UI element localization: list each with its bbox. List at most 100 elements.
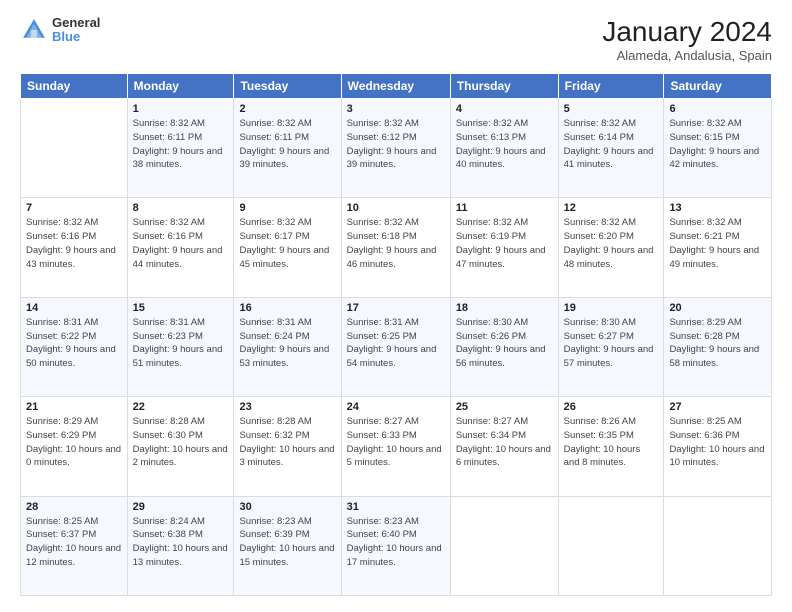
day-of-week-header: Thursday: [450, 74, 558, 99]
day-info: Sunrise: 8:32 AM Sunset: 6:15 PM Dayligh…: [669, 117, 766, 172]
day-info: Sunrise: 8:25 AM Sunset: 6:36 PM Dayligh…: [669, 415, 766, 470]
sunrise-text: Sunrise: 8:32 AM: [456, 217, 528, 228]
daylight-text: Daylight: 10 hours and 0 minutes.: [26, 444, 121, 469]
sunrise-text: Sunrise: 8:32 AM: [669, 118, 741, 129]
sunset-text: Sunset: 6:35 PM: [564, 430, 634, 441]
sunrise-text: Sunrise: 8:32 AM: [133, 217, 205, 228]
calendar-cell: 12 Sunrise: 8:32 AM Sunset: 6:20 PM Dayl…: [558, 198, 664, 297]
sunrise-text: Sunrise: 8:27 AM: [456, 416, 528, 427]
day-info: Sunrise: 8:25 AM Sunset: 6:37 PM Dayligh…: [26, 515, 122, 570]
day-number: 25: [456, 401, 553, 413]
daylight-text: Daylight: 10 hours and 17 minutes.: [347, 543, 442, 568]
sunset-text: Sunset: 6:11 PM: [239, 132, 309, 143]
day-info: Sunrise: 8:32 AM Sunset: 6:13 PM Dayligh…: [456, 117, 553, 172]
daylight-text: Daylight: 9 hours and 58 minutes.: [669, 344, 759, 369]
sunrise-text: Sunrise: 8:31 AM: [133, 317, 205, 328]
day-number: 11: [456, 202, 553, 214]
calendar-cell: 5 Sunrise: 8:32 AM Sunset: 6:14 PM Dayli…: [558, 99, 664, 198]
calendar-week-row: 21 Sunrise: 8:29 AM Sunset: 6:29 PM Dayl…: [21, 397, 772, 496]
day-number: 21: [26, 401, 122, 413]
day-info: Sunrise: 8:32 AM Sunset: 6:14 PM Dayligh…: [564, 117, 659, 172]
calendar-cell: 2 Sunrise: 8:32 AM Sunset: 6:11 PM Dayli…: [234, 99, 341, 198]
daylight-text: Daylight: 9 hours and 46 minutes.: [347, 245, 437, 270]
calendar-cell: 8 Sunrise: 8:32 AM Sunset: 6:16 PM Dayli…: [127, 198, 234, 297]
calendar-cell: 28 Sunrise: 8:25 AM Sunset: 6:37 PM Dayl…: [21, 496, 128, 595]
calendar-cell: 21 Sunrise: 8:29 AM Sunset: 6:29 PM Dayl…: [21, 397, 128, 496]
day-number: 12: [564, 202, 659, 214]
daylight-text: Daylight: 9 hours and 38 minutes.: [133, 146, 223, 171]
sunset-text: Sunset: 6:13 PM: [456, 132, 526, 143]
daylight-text: Daylight: 9 hours and 50 minutes.: [26, 344, 116, 369]
day-info: Sunrise: 8:31 AM Sunset: 6:22 PM Dayligh…: [26, 316, 122, 371]
sunset-text: Sunset: 6:40 PM: [347, 529, 417, 540]
page: General Blue January 2024 Alameda, Andal…: [0, 0, 792, 612]
daylight-text: Daylight: 10 hours and 10 minutes.: [669, 444, 764, 469]
day-of-week-header: Wednesday: [341, 74, 450, 99]
calendar-cell: 7 Sunrise: 8:32 AM Sunset: 6:16 PM Dayli…: [21, 198, 128, 297]
calendar-cell: 30 Sunrise: 8:23 AM Sunset: 6:39 PM Dayl…: [234, 496, 341, 595]
day-of-week-header: Sunday: [21, 74, 128, 99]
daylight-text: Daylight: 10 hours and 15 minutes.: [239, 543, 334, 568]
daylight-text: Daylight: 9 hours and 39 minutes.: [347, 146, 437, 171]
day-number: 7: [26, 202, 122, 214]
sunset-text: Sunset: 6:34 PM: [456, 430, 526, 441]
sunset-text: Sunset: 6:20 PM: [564, 231, 634, 242]
daylight-text: Daylight: 9 hours and 57 minutes.: [564, 344, 654, 369]
sunrise-text: Sunrise: 8:25 AM: [26, 516, 98, 527]
daylight-text: Daylight: 9 hours and 40 minutes.: [456, 146, 546, 171]
daylight-text: Daylight: 10 hours and 2 minutes.: [133, 444, 228, 469]
day-info: Sunrise: 8:29 AM Sunset: 6:28 PM Dayligh…: [669, 316, 766, 371]
sunset-text: Sunset: 6:26 PM: [456, 331, 526, 342]
sunrise-text: Sunrise: 8:23 AM: [239, 516, 311, 527]
logo: General Blue: [20, 16, 100, 45]
calendar-cell: 17 Sunrise: 8:31 AM Sunset: 6:25 PM Dayl…: [341, 297, 450, 396]
sunset-text: Sunset: 6:11 PM: [133, 132, 203, 143]
sunrise-text: Sunrise: 8:25 AM: [669, 416, 741, 427]
day-info: Sunrise: 8:28 AM Sunset: 6:32 PM Dayligh…: [239, 415, 335, 470]
daylight-text: Daylight: 9 hours and 45 minutes.: [239, 245, 329, 270]
sunrise-text: Sunrise: 8:24 AM: [133, 516, 205, 527]
calendar-subtitle: Alameda, Andalusia, Spain: [602, 48, 772, 63]
daylight-text: Daylight: 9 hours and 48 minutes.: [564, 245, 654, 270]
day-info: Sunrise: 8:24 AM Sunset: 6:38 PM Dayligh…: [133, 515, 229, 570]
sunrise-text: Sunrise: 8:32 AM: [133, 118, 205, 129]
daylight-text: Daylight: 9 hours and 43 minutes.: [26, 245, 116, 270]
logo-icon: [20, 16, 48, 44]
day-number: 28: [26, 501, 122, 513]
day-number: 18: [456, 302, 553, 314]
sunset-text: Sunset: 6:24 PM: [239, 331, 309, 342]
calendar-header-row: SundayMondayTuesdayWednesdayThursdayFrid…: [21, 74, 772, 99]
sunrise-text: Sunrise: 8:31 AM: [26, 317, 98, 328]
sunset-text: Sunset: 6:16 PM: [26, 231, 96, 242]
calendar-cell: 25 Sunrise: 8:27 AM Sunset: 6:34 PM Dayl…: [450, 397, 558, 496]
day-of-week-header: Friday: [558, 74, 664, 99]
calendar-week-row: 7 Sunrise: 8:32 AM Sunset: 6:16 PM Dayli…: [21, 198, 772, 297]
day-number: 13: [669, 202, 766, 214]
sunrise-text: Sunrise: 8:27 AM: [347, 416, 419, 427]
daylight-text: Daylight: 10 hours and 8 minutes.: [564, 444, 641, 469]
day-info: Sunrise: 8:26 AM Sunset: 6:35 PM Dayligh…: [564, 415, 659, 470]
calendar-cell: [558, 496, 664, 595]
sunset-text: Sunset: 6:30 PM: [133, 430, 203, 441]
day-info: Sunrise: 8:32 AM Sunset: 6:18 PM Dayligh…: [347, 216, 445, 271]
daylight-text: Daylight: 10 hours and 13 minutes.: [133, 543, 228, 568]
day-number: 9: [239, 202, 335, 214]
day-number: 16: [239, 302, 335, 314]
day-number: 15: [133, 302, 229, 314]
sunset-text: Sunset: 6:27 PM: [564, 331, 634, 342]
sunrise-text: Sunrise: 8:29 AM: [26, 416, 98, 427]
calendar-cell: 11 Sunrise: 8:32 AM Sunset: 6:19 PM Dayl…: [450, 198, 558, 297]
sunrise-text: Sunrise: 8:30 AM: [564, 317, 636, 328]
calendar-cell: 16 Sunrise: 8:31 AM Sunset: 6:24 PM Dayl…: [234, 297, 341, 396]
sunset-text: Sunset: 6:25 PM: [347, 331, 417, 342]
sunset-text: Sunset: 6:18 PM: [347, 231, 417, 242]
sunset-text: Sunset: 6:21 PM: [669, 231, 739, 242]
day-number: 17: [347, 302, 445, 314]
calendar-cell: 24 Sunrise: 8:27 AM Sunset: 6:33 PM Dayl…: [341, 397, 450, 496]
day-number: 24: [347, 401, 445, 413]
calendar-cell: [21, 99, 128, 198]
day-number: 31: [347, 501, 445, 513]
day-number: 3: [347, 103, 445, 115]
calendar-week-row: 1 Sunrise: 8:32 AM Sunset: 6:11 PM Dayli…: [21, 99, 772, 198]
day-number: 5: [564, 103, 659, 115]
